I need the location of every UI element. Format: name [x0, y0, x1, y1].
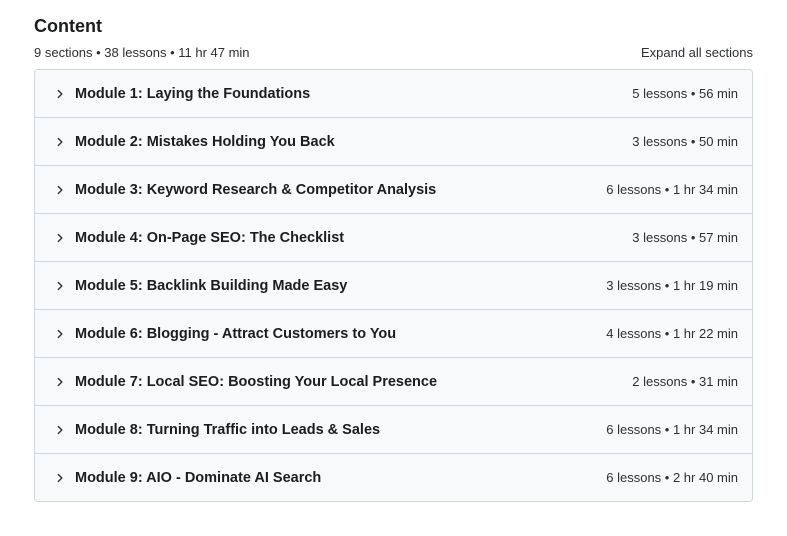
section-title: Module 7: Local SEO: Boosting Your Local…	[75, 373, 438, 390]
section-meta: 3 lessons • 57 min	[632, 230, 738, 245]
section-title: Module 2: Mistakes Holding You Back	[75, 133, 335, 150]
section-module-7[interactable]: Module 7: Local SEO: Boosting Your Local…	[35, 358, 752, 406]
section-title: Module 3: Keyword Research & Competitor …	[75, 181, 437, 198]
sections-list: Module 1: Laying the Foundations 5 lesso…	[34, 69, 753, 502]
content-title: Content	[34, 16, 102, 36]
chevron-right-icon	[53, 231, 67, 245]
chevron-right-icon	[53, 375, 67, 389]
section-meta: 3 lessons • 1 hr 19 min	[606, 278, 738, 293]
section-meta: 4 lessons • 1 hr 22 min	[606, 326, 738, 341]
section-title: Module 4: On-Page SEO: The Checklist	[75, 229, 345, 246]
chevron-right-icon	[53, 471, 67, 485]
section-meta: 6 lessons • 2 hr 40 min	[606, 470, 738, 485]
section-module-5[interactable]: Module 5: Backlink Building Made Easy 3 …	[35, 262, 752, 310]
section-module-2[interactable]: Module 2: Mistakes Holding You Back 3 le…	[35, 118, 752, 166]
section-meta: 5 lessons • 56 min	[632, 86, 738, 101]
section-module-6[interactable]: Module 6: Blogging - Attract Customers t…	[35, 310, 752, 358]
section-module-9[interactable]: Module 9: AIO - Dominate AI Search 6 les…	[35, 454, 752, 501]
section-title: Module 9: AIO - Dominate AI Search	[75, 469, 322, 486]
content-summary: 9 sections • 38 lessons • 11 hr 47 min	[34, 44, 250, 60]
content-summary-row: 9 sections • 38 lessons • 11 hr 47 min E…	[34, 42, 753, 62]
chevron-right-icon	[53, 279, 67, 293]
course-content: Content 9 sections • 38 lessons • 11 hr …	[34, 12, 753, 502]
chevron-right-icon	[53, 183, 67, 197]
section-module-8[interactable]: Module 8: Turning Traffic into Leads & S…	[35, 406, 752, 454]
section-title: Module 8: Turning Traffic into Leads & S…	[75, 421, 381, 438]
section-module-3[interactable]: Module 3: Keyword Research & Competitor …	[35, 166, 752, 214]
section-meta: 6 lessons • 1 hr 34 min	[606, 422, 738, 437]
chevron-right-icon	[53, 87, 67, 101]
chevron-right-icon	[53, 327, 67, 341]
section-title: Module 5: Backlink Building Made Easy	[75, 277, 348, 294]
section-module-1[interactable]: Module 1: Laying the Foundations 5 lesso…	[35, 70, 752, 118]
section-meta: 2 lessons • 31 min	[632, 374, 738, 389]
section-meta: 3 lessons • 50 min	[632, 134, 738, 149]
section-title: Module 1: Laying the Foundations	[75, 85, 311, 102]
section-title: Module 6: Blogging - Attract Customers t…	[75, 325, 397, 342]
expand-all-sections-button[interactable]: Expand all sections	[641, 45, 753, 60]
section-meta: 6 lessons • 1 hr 34 min	[606, 182, 738, 197]
section-module-4[interactable]: Module 4: On-Page SEO: The Checklist 3 l…	[35, 214, 752, 262]
chevron-right-icon	[53, 423, 67, 437]
chevron-right-icon	[53, 135, 67, 149]
